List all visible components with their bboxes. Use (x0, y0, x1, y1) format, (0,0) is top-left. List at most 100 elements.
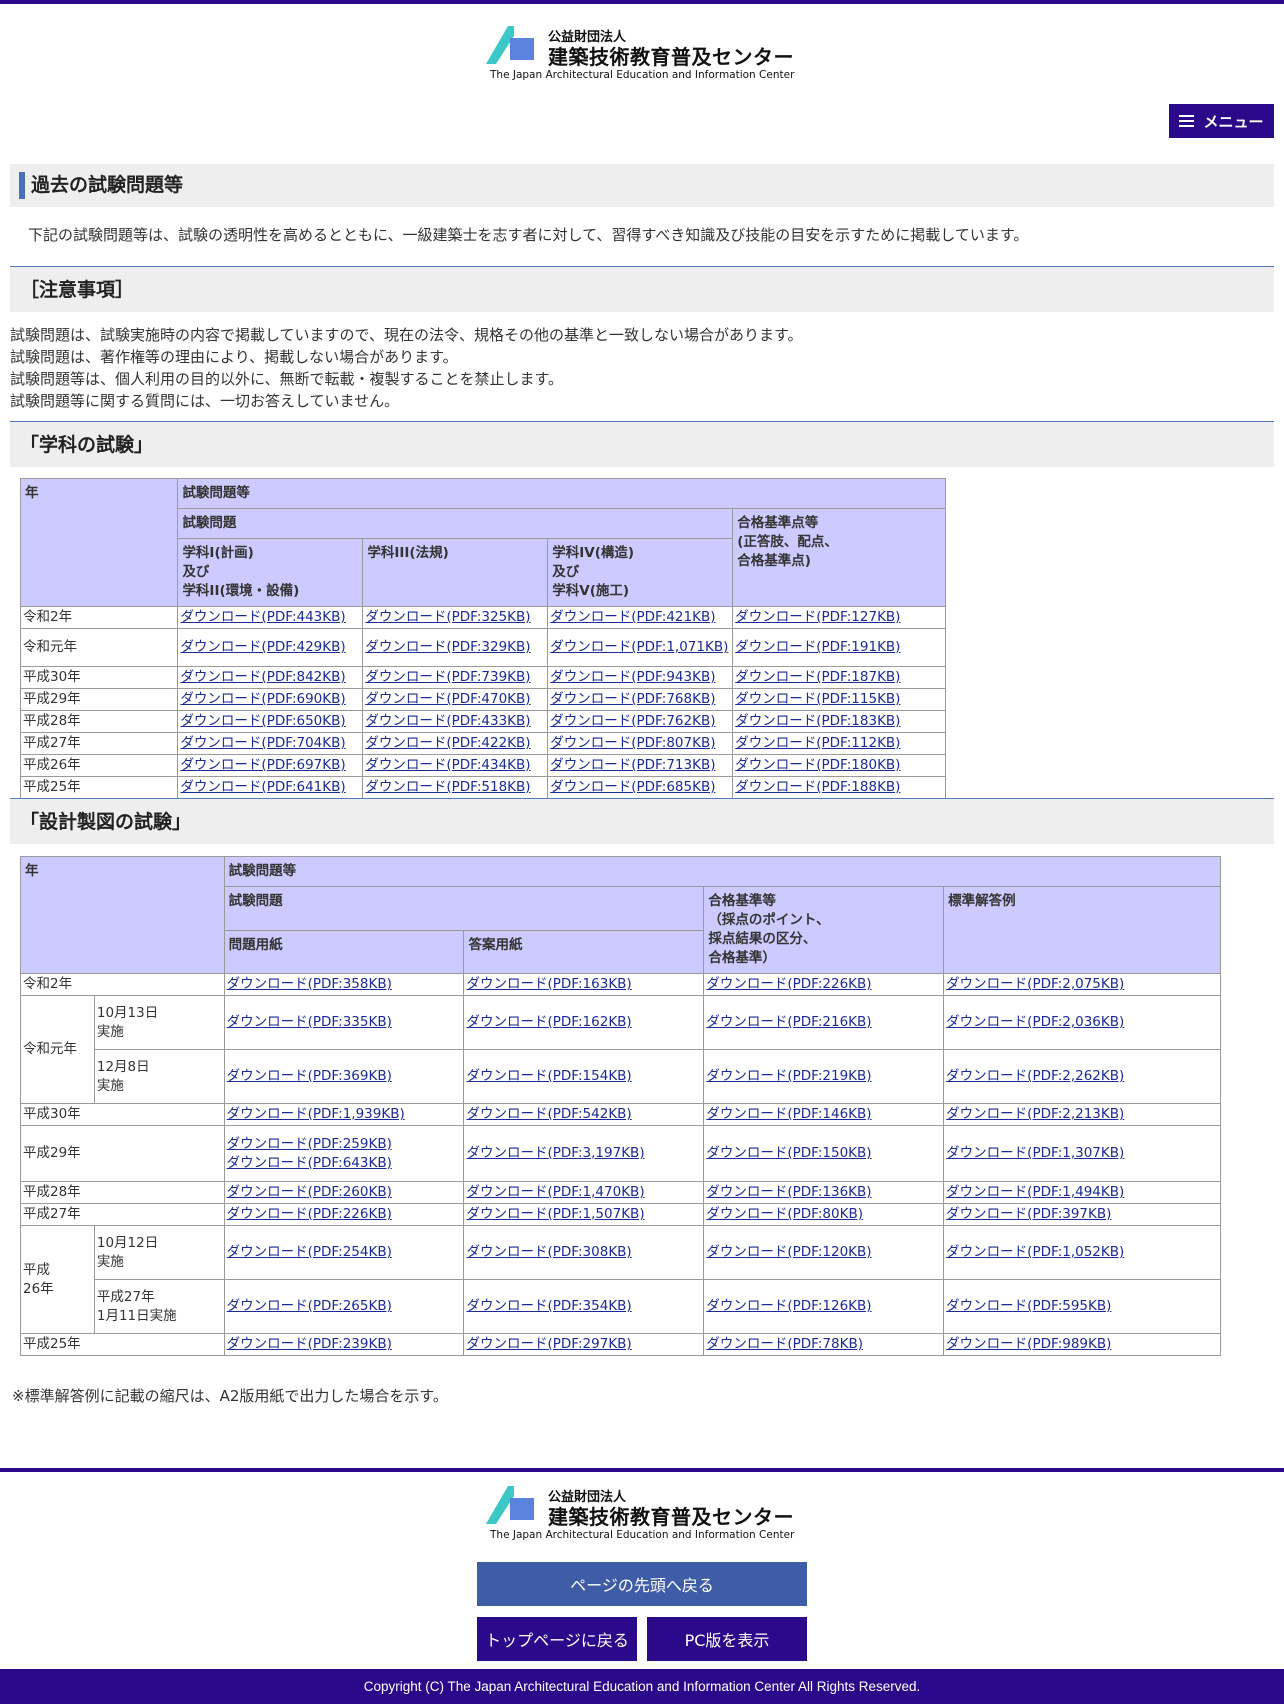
download-link[interactable]: ダウンロード(PDF:126KB) (706, 1298, 871, 1314)
menu-button[interactable]: メニュー (1169, 104, 1274, 138)
note-item: 試験問題は、試験実施時の内容で掲載していますので、現在の法令、規格その他の基準と… (10, 326, 803, 344)
download-cell: ダウンロード(PDF:260KB) (223, 1181, 465, 1204)
download-link[interactable]: ダウンロード(PDF:216KB) (706, 1014, 871, 1030)
download-link[interactable]: ダウンロード(PDF:162KB) (466, 1014, 631, 1030)
download-link[interactable]: ダウンロード(PDF:191KB) (735, 639, 900, 655)
download-link[interactable]: ダウンロード(PDF:308KB) (466, 1244, 631, 1260)
passing-criteria-header: 合格基準等 （採点のポイント、 採点結果の区分、 合格基準） (703, 886, 945, 974)
download-link[interactable]: ダウンロード(PDF:2,075KB) (946, 976, 1124, 992)
download-link[interactable]: ダウンロード(PDF:188KB) (735, 779, 900, 795)
download-link[interactable]: ダウンロード(PDF:542KB) (466, 1106, 631, 1122)
year-cell: 平成30年 (19, 666, 179, 689)
download-link[interactable]: ダウンロード(PDF:434KB) (365, 757, 530, 773)
top-page-button[interactable]: トップページに戻る (477, 1617, 637, 1661)
download-link[interactable]: ダウンロード(PDF:369KB) (227, 1068, 392, 1084)
download-link[interactable]: ダウンロード(PDF:989KB) (946, 1336, 1111, 1352)
download-link[interactable]: ダウンロード(PDF:2,036KB) (946, 1014, 1124, 1030)
download-link[interactable]: ダウンロード(PDF:595KB) (946, 1298, 1111, 1314)
download-cell: ダウンロード(PDF:685KB) (547, 776, 734, 799)
download-link[interactable]: ダウンロード(PDF:354KB) (466, 1298, 631, 1314)
download-link[interactable]: ダウンロード(PDF:78KB) (706, 1336, 863, 1352)
note-item: 試験問題等は、個人利用の目的以外に、無断で転載・複製することを禁止します。 (10, 370, 564, 388)
download-link[interactable]: ダウンロード(PDF:120KB) (706, 1244, 871, 1260)
download-link[interactable]: ダウンロード(PDF:641KB) (180, 779, 345, 795)
download-link[interactable]: ダウンロード(PDF:1,939KB) (227, 1106, 405, 1122)
download-link[interactable]: ダウンロード(PDF:358KB) (227, 976, 392, 992)
download-link[interactable]: ダウンロード(PDF:325KB) (365, 609, 530, 625)
download-cell: ダウンロード(PDF:1,507KB) (463, 1203, 705, 1226)
back-to-top-button[interactable]: ページの先頭へ戻る (477, 1562, 807, 1606)
download-link[interactable]: ダウンロード(PDF:239KB) (227, 1336, 392, 1352)
download-link[interactable]: ダウンロード(PDF:1,470KB) (466, 1184, 644, 1200)
download-link[interactable]: ダウンロード(PDF:254KB) (227, 1244, 392, 1260)
download-link[interactable]: ダウンロード(PDF:80KB) (706, 1206, 863, 1222)
exam-date-cell: 12月8日 実施 (93, 1049, 225, 1104)
download-link[interactable]: ダウンロード(PDF:136KB) (706, 1184, 871, 1200)
download-link[interactable]: ダウンロード(PDF:259KB) (227, 1136, 392, 1152)
download-link[interactable]: ダウンロード(PDF:807KB) (550, 735, 715, 751)
download-link[interactable]: ダウンロード(PDF:397KB) (946, 1206, 1111, 1222)
download-link[interactable]: ダウンロード(PDF:518KB) (365, 779, 530, 795)
download-link[interactable]: ダウンロード(PDF:1,307KB) (946, 1145, 1124, 1161)
download-cell: ダウンロード(PDF:713KB) (547, 754, 734, 777)
download-link[interactable]: ダウンロード(PDF:713KB) (550, 757, 715, 773)
footer-logo[interactable]: 公益財団法人 建築技術教育普及センター The Japan Architectu… (486, 1484, 796, 1544)
download-link[interactable]: ダウンロード(PDF:762KB) (550, 713, 715, 729)
download-cell: ダウンロード(PDF:219KB) (703, 1049, 945, 1104)
download-link[interactable]: ダウンロード(PDF:842KB) (180, 669, 345, 685)
download-link[interactable]: ダウンロード(PDF:768KB) (550, 691, 715, 707)
download-link[interactable]: ダウンロード(PDF:470KB) (365, 691, 530, 707)
download-link[interactable]: ダウンロード(PDF:1,052KB) (946, 1244, 1124, 1260)
download-link[interactable]: ダウンロード(PDF:643KB) (227, 1155, 392, 1171)
download-link[interactable]: ダウンロード(PDF:150KB) (706, 1145, 871, 1161)
pc-view-button[interactable]: PC版を表示 (647, 1617, 807, 1661)
download-link[interactable]: ダウンロード(PDF:219KB) (706, 1068, 871, 1084)
download-link[interactable]: ダウンロード(PDF:739KB) (365, 669, 530, 685)
year-cell: 令和2年 (19, 606, 179, 629)
download-link[interactable]: ダウンロード(PDF:183KB) (735, 713, 900, 729)
download-link[interactable]: ダウンロード(PDF:127KB) (735, 609, 900, 625)
download-link[interactable]: ダウンロード(PDF:226KB) (227, 1206, 392, 1222)
download-link[interactable]: ダウンロード(PDF:2,213KB) (946, 1106, 1124, 1122)
download-link[interactable]: ダウンロード(PDF:335KB) (227, 1014, 392, 1030)
download-link[interactable]: ダウンロード(PDF:1,507KB) (466, 1206, 644, 1222)
site-logo[interactable]: 公益財団法人 建築技術教育普及センター The Japan Architectu… (486, 24, 796, 84)
download-link[interactable]: ダウンロード(PDF:297KB) (466, 1336, 631, 1352)
download-link[interactable]: ダウンロード(PDF:329KB) (365, 639, 530, 655)
download-link[interactable]: ダウンロード(PDF:943KB) (550, 669, 715, 685)
download-link[interactable]: ダウンロード(PDF:685KB) (550, 779, 715, 795)
download-cell: ダウンロード(PDF:325KB) (362, 606, 549, 629)
download-link[interactable]: ダウンロード(PDF:2,262KB) (946, 1068, 1124, 1084)
download-link[interactable]: ダウンロード(PDF:180KB) (735, 757, 900, 773)
download-link[interactable]: ダウンロード(PDF:154KB) (466, 1068, 631, 1084)
download-link[interactable]: ダウンロード(PDF:690KB) (180, 691, 345, 707)
download-link[interactable]: ダウンロード(PDF:704KB) (180, 735, 345, 751)
download-link[interactable]: ダウンロード(PDF:260KB) (227, 1184, 392, 1200)
download-link[interactable]: ダウンロード(PDF:115KB) (735, 691, 900, 707)
download-cell: ダウンロード(PDF:595KB) (943, 1279, 1221, 1334)
download-cell: ダウンロード(PDF:470KB) (362, 688, 549, 711)
table-row: 平成26年 ダウンロード(PDF:697KB) ダウンロード(PDF:434KB) ダ… (19, 754, 946, 777)
download-link[interactable]: ダウンロード(PDF:112KB) (735, 735, 900, 751)
download-link[interactable]: ダウンロード(PDF:187KB) (735, 669, 900, 685)
download-link[interactable]: ダウンロード(PDF:433KB) (365, 713, 530, 729)
download-link[interactable]: ダウンロード(PDF:3,197KB) (466, 1145, 644, 1161)
download-link[interactable]: ダウンロード(PDF:650KB) (180, 713, 345, 729)
download-link[interactable]: ダウンロード(PDF:146KB) (706, 1106, 871, 1122)
download-link[interactable]: ダウンロード(PDF:443KB) (180, 609, 345, 625)
download-cell: ダウンロード(PDF:80KB) (703, 1203, 945, 1226)
logo-english-name: The Japan Architectural Education and In… (490, 69, 795, 81)
download-link[interactable]: ダウンロード(PDF:1,494KB) (946, 1184, 1124, 1200)
download-link[interactable]: ダウンロード(PDF:265KB) (227, 1298, 392, 1314)
download-link[interactable]: ダウンロード(PDF:226KB) (706, 976, 871, 992)
download-link[interactable]: ダウンロード(PDF:422KB) (365, 735, 530, 751)
download-link[interactable]: ダウンロード(PDF:1,071KB) (550, 639, 728, 655)
table-row: 平成27年 ダウンロード(PDF:704KB) ダウンロード(PDF:422KB) ダ… (19, 732, 946, 755)
download-link[interactable]: ダウンロード(PDF:697KB) (180, 757, 345, 773)
download-link[interactable]: ダウンロード(PDF:429KB) (180, 639, 345, 655)
year-cell: 平成25年 (19, 776, 179, 799)
download-link[interactable]: ダウンロード(PDF:163KB) (466, 976, 631, 992)
sekkei-heading: 「設計製図の試験」 (10, 798, 1274, 844)
download-link[interactable]: ダウンロード(PDF:421KB) (550, 609, 715, 625)
download-cell: ダウンロード(PDF:542KB) (463, 1103, 705, 1126)
